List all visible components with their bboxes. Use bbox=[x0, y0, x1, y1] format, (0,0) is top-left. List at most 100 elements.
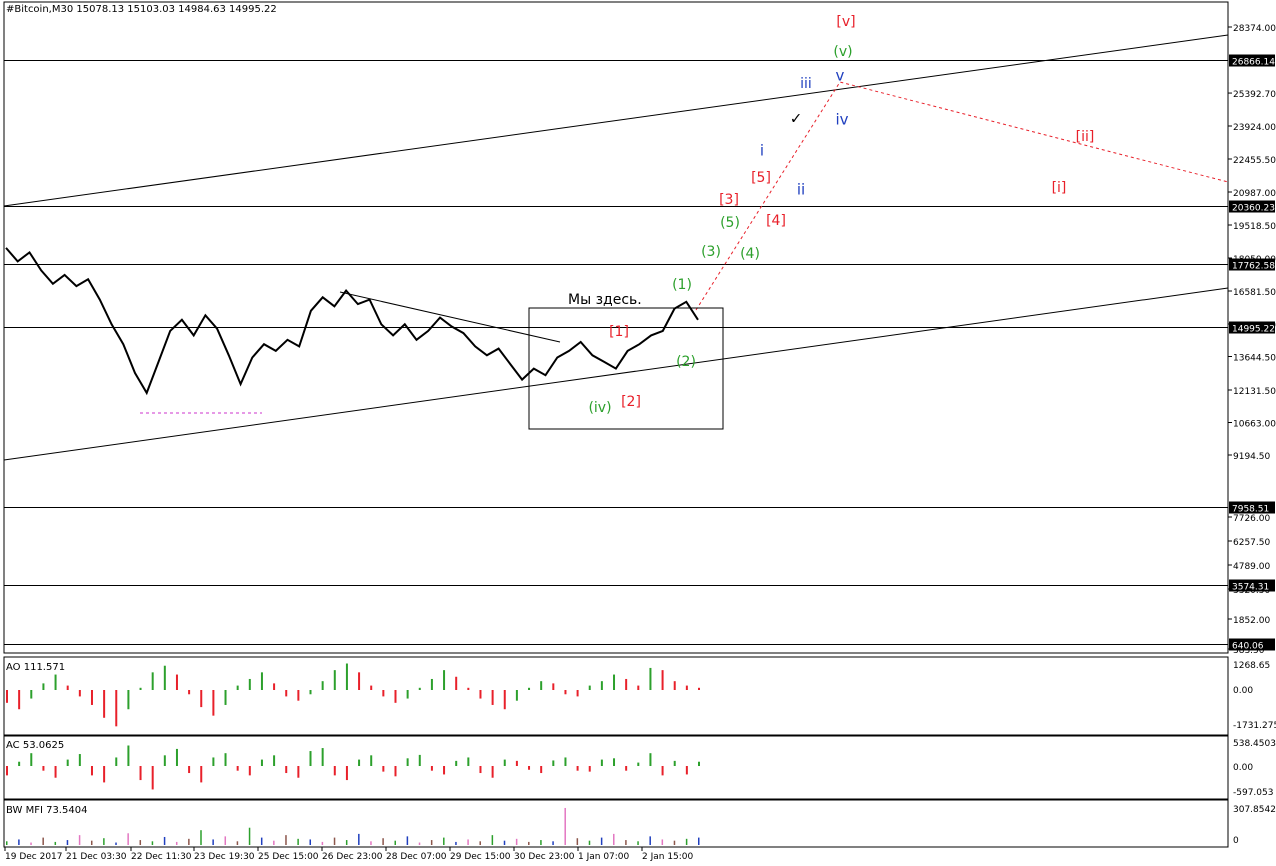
ao-bar bbox=[345, 663, 348, 690]
ao-bar bbox=[406, 690, 409, 699]
ao-bar bbox=[394, 690, 397, 703]
ac-bar bbox=[515, 760, 518, 766]
bwmfi-bar bbox=[273, 840, 275, 845]
ac-bar bbox=[78, 754, 81, 766]
ao-bar bbox=[54, 674, 57, 690]
ao-bar bbox=[491, 690, 494, 705]
ao-bar bbox=[370, 685, 373, 690]
wave-label: (4) bbox=[740, 246, 760, 262]
ao-bar bbox=[467, 687, 470, 690]
ac-bar bbox=[212, 757, 215, 766]
bwmfi-bar bbox=[685, 838, 688, 845]
ao-bar bbox=[163, 665, 166, 690]
ac-bar bbox=[163, 755, 166, 766]
ac-bar bbox=[406, 758, 409, 766]
ao-bar bbox=[625, 678, 628, 690]
ao-bar bbox=[248, 678, 251, 690]
ac-bar bbox=[698, 761, 700, 766]
ac-bar bbox=[564, 757, 567, 766]
ac-pane-frame bbox=[3, 735, 1229, 800]
x-tick-label: 19 Dec 2017 bbox=[5, 852, 63, 862]
ao-bar bbox=[224, 690, 227, 705]
ac-bar bbox=[345, 766, 348, 781]
ac-bar bbox=[637, 762, 640, 766]
ac-bar bbox=[175, 748, 178, 766]
ac-bar bbox=[54, 766, 57, 778]
bwmfi-bar bbox=[6, 841, 8, 845]
ao-bar bbox=[576, 690, 579, 697]
ao-bar bbox=[552, 683, 555, 690]
ao-bar bbox=[78, 690, 81, 697]
bwmfi-tick-label: 0 bbox=[1233, 836, 1239, 846]
bwmfi-bar bbox=[139, 840, 142, 845]
level-label: 14995.22 bbox=[1232, 325, 1275, 335]
ao-label: AO 111.571 bbox=[6, 662, 66, 673]
bwmfi-bar bbox=[30, 842, 32, 845]
bwmfi-bar bbox=[649, 836, 651, 845]
x-tick-label: 23 Dec 19:30 bbox=[194, 852, 255, 862]
ac-bar bbox=[479, 766, 482, 774]
x-tick-label: 22 Dec 11:30 bbox=[131, 852, 192, 862]
bwmfi-bar bbox=[260, 837, 263, 845]
ac-bar bbox=[613, 758, 616, 766]
ac-bar bbox=[30, 753, 33, 766]
x-tick-label: 1 Jan 07:00 bbox=[578, 852, 630, 862]
ac-bar bbox=[528, 766, 531, 770]
ac-bar bbox=[418, 754, 421, 766]
level-label: 20360.23 bbox=[1232, 204, 1275, 214]
wave-label: (v) bbox=[833, 44, 852, 60]
wave-label: i bbox=[760, 142, 764, 160]
ao-bar bbox=[151, 672, 154, 690]
bwmfi-bar bbox=[637, 841, 639, 845]
ao-bar bbox=[528, 687, 531, 690]
ac-bar bbox=[273, 755, 276, 766]
descending-trendline bbox=[339, 291, 561, 343]
bwmfi-label: BW MFI 73.5404 bbox=[6, 805, 88, 816]
wave-label: [3] bbox=[719, 192, 739, 208]
ao-bar bbox=[139, 687, 142, 690]
bwmfi-bar bbox=[406, 836, 409, 845]
bwmfi-bar bbox=[455, 841, 457, 845]
ac-bar bbox=[503, 759, 506, 766]
bwmfi-bar bbox=[600, 837, 603, 845]
bwmfi-bar bbox=[515, 838, 518, 845]
ac-tick-label: 538.4503 bbox=[1233, 739, 1276, 749]
bwmfi-bar bbox=[42, 837, 44, 845]
ac-bar bbox=[42, 766, 45, 771]
ac-bar bbox=[430, 766, 433, 771]
bwmfi-bar bbox=[673, 840, 676, 845]
wave-label: (iv) bbox=[588, 400, 611, 416]
ao-pane-frame bbox=[3, 656, 1229, 736]
ao-bar bbox=[175, 674, 178, 690]
bwmfi-bar bbox=[151, 841, 154, 845]
ac-tick-label: -597.053 bbox=[1233, 788, 1273, 798]
ao-bar bbox=[515, 690, 518, 701]
ac-bar bbox=[661, 766, 664, 776]
bwmfi-bar bbox=[370, 841, 372, 845]
ac-bar bbox=[685, 766, 688, 775]
ao-bar bbox=[285, 690, 288, 697]
ac-bar bbox=[600, 759, 603, 766]
ac-tick-label: 0.00 bbox=[1233, 763, 1253, 773]
wave-label: v bbox=[836, 67, 845, 85]
ao-bar bbox=[273, 683, 276, 690]
y-tick-label: 9194.50 bbox=[1233, 452, 1270, 462]
projection-path bbox=[695, 81, 1229, 311]
ao-bar bbox=[649, 667, 652, 690]
bwmfi-bar bbox=[698, 837, 700, 845]
ao-bar bbox=[685, 685, 688, 690]
bwmfi-bar bbox=[248, 827, 251, 845]
bwmfi-bar bbox=[503, 840, 506, 845]
bwmfi-bar bbox=[576, 838, 579, 845]
y-tick-label: 4789.00 bbox=[1233, 562, 1270, 572]
bwmfi-bar bbox=[175, 841, 178, 845]
ac-bar bbox=[467, 757, 470, 766]
level-label: 3574.31 bbox=[1232, 583, 1269, 593]
bwmfi-bar bbox=[297, 838, 299, 845]
ac-bar bbox=[18, 761, 21, 766]
ac-bar bbox=[236, 766, 239, 771]
ao-bar bbox=[297, 690, 300, 701]
y-tick-label: 10663.00 bbox=[1233, 420, 1276, 430]
ao-bar bbox=[479, 690, 482, 699]
wave-label: [4] bbox=[766, 213, 786, 229]
